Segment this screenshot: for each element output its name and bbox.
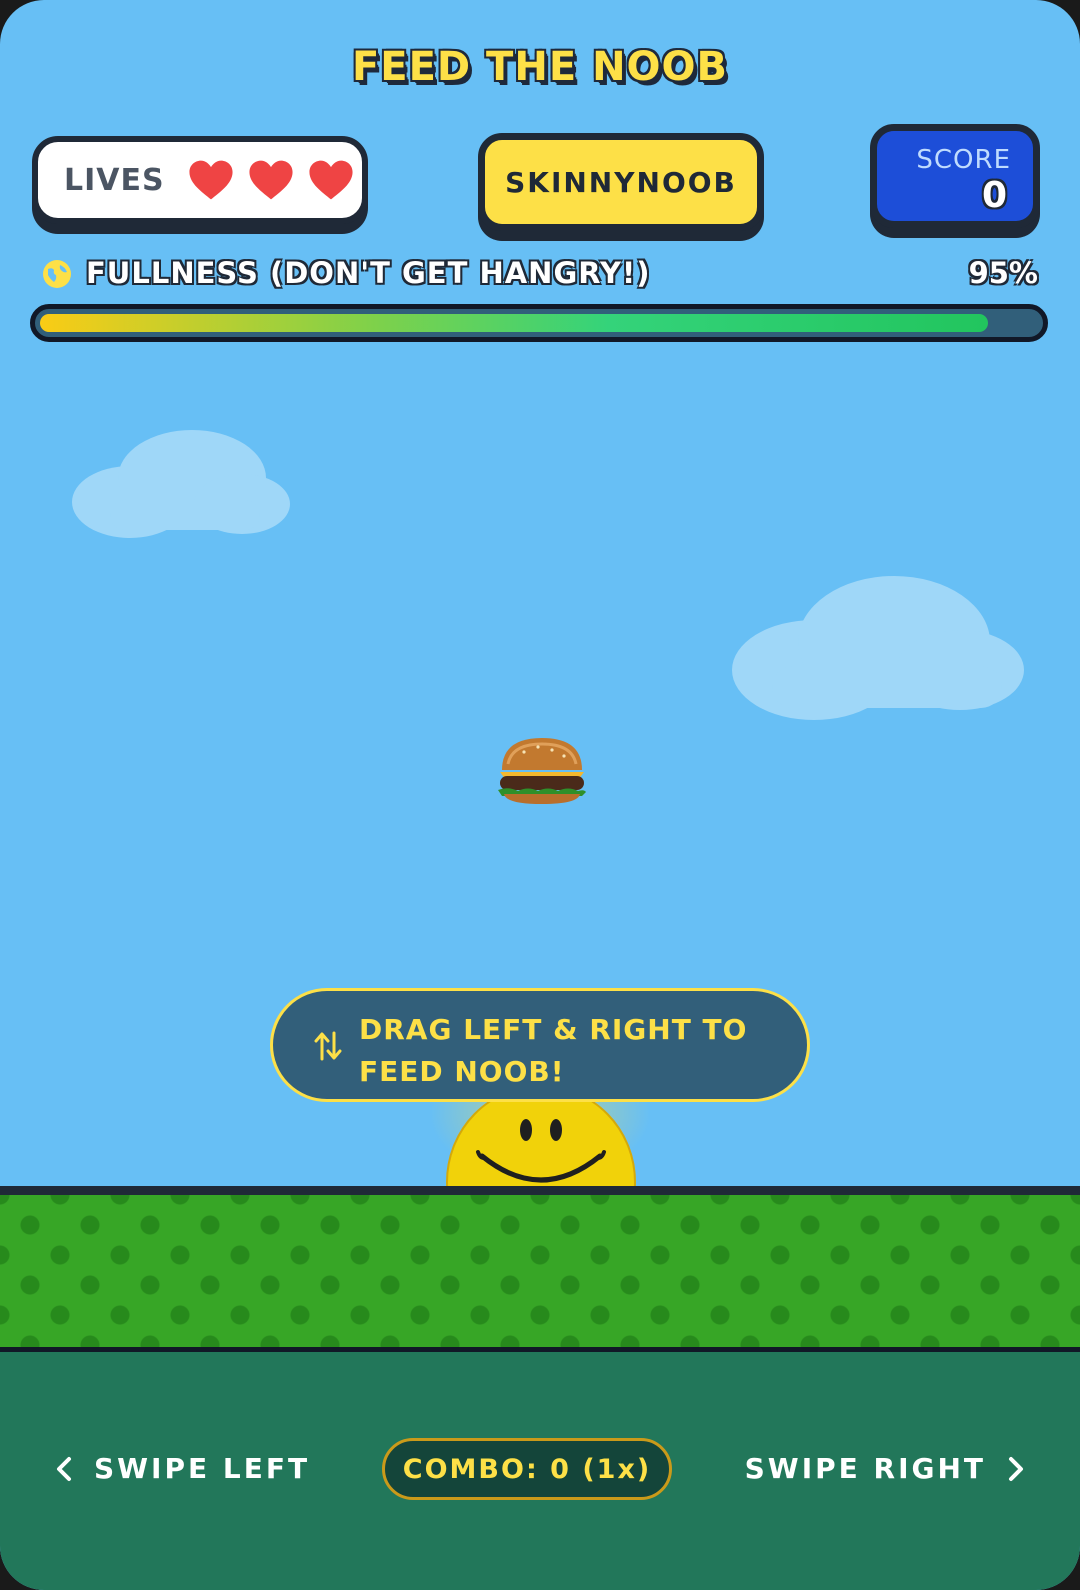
drag-hint-banner: DRAG LEFT & RIGHT TO FEED NOOB!	[270, 988, 810, 1102]
game-screen: FEED THE NOOB LIVES SKINNYNOOB SCORE 0 F…	[0, 0, 1080, 1590]
swipe-left-button[interactable]: SWIPE LEFT	[54, 1452, 310, 1485]
score-label: SCORE	[916, 145, 1011, 175]
swipe-right-label: SWIPE RIGHT	[744, 1452, 986, 1485]
globe-icon	[43, 260, 71, 288]
heart-icon	[249, 160, 293, 200]
game-title: FEED THE NOOB	[351, 44, 729, 90]
heart-icon	[309, 160, 353, 200]
fullness-bar-fill	[40, 314, 988, 332]
swipe-left-label: SWIPE LEFT	[94, 1452, 311, 1485]
character-name-badge[interactable]: SKINNYNOOB	[478, 133, 764, 231]
cloud	[72, 430, 290, 538]
score-panel: SCORE 0	[870, 124, 1040, 228]
fullness-header: FULLNESS (DON'T GET HANGRY!) 95%	[42, 256, 1038, 296]
combo-badge: COMBO: 0 (1x)	[382, 1438, 672, 1500]
heart-icon	[189, 160, 233, 200]
drag-hint-text: DRAG LEFT & RIGHT TO FEED NOOB!	[359, 1013, 748, 1088]
cloud	[732, 576, 1024, 720]
swap-vertical-arrows-icon	[314, 1031, 342, 1061]
score-value: 0	[981, 175, 1007, 216]
chevron-left-icon	[57, 1456, 71, 1481]
swipe-right-button[interactable]: SWIPE RIGHT	[745, 1452, 1026, 1485]
control-bar: SWIPE LEFT COMBO: 0 (1x) SWIPE RIGHT	[0, 1352, 1080, 1590]
lives-label: LIVES	[64, 162, 165, 198]
fullness-label: FULLNESS (DON'T GET HANGRY!)	[86, 256, 651, 290]
lives-panel: LIVES	[32, 136, 368, 224]
grass-ground	[0, 1186, 1080, 1352]
fullness-bar	[30, 304, 1048, 342]
chevron-right-icon	[1009, 1456, 1023, 1481]
burger-icon	[498, 738, 586, 804]
fullness-percent: 95%	[968, 256, 1038, 290]
